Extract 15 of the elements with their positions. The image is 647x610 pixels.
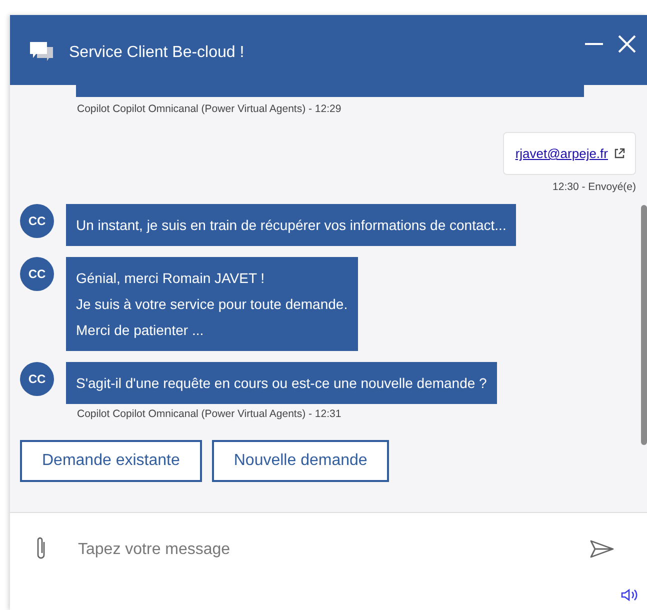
- message-text: Un instant, je suis en train de récupérer vos informations de contact...: [76, 217, 506, 233]
- message-text: Merci de patienter ...: [76, 322, 205, 338]
- suggested-action-button[interactable]: Nouvelle demande: [212, 440, 390, 482]
- suggested-action-button[interactable]: Demande existante: [20, 440, 202, 482]
- message-meta: Copilot Copilot Omnicanal (Power Virtual Agents) - 12:31: [77, 408, 342, 420]
- email-link[interactable]: rjavet@arpeje.fr: [515, 146, 608, 161]
- message-status: 12:30 - Envoyé(e): [552, 181, 636, 193]
- message-text: S'agit-il d'une requête en cours ou est-ce une nouvelle demande ?: [76, 375, 487, 391]
- bot-avatar: CC: [20, 204, 54, 238]
- message-text: Je suis à votre service pour toute demande.: [76, 296, 348, 312]
- bot-avatar: CC: [20, 362, 54, 396]
- message-meta: Copilot Copilot Omnicanal (Power Virtual Agents) - 12:29: [77, 103, 342, 115]
- message-text: Génial, merci Romain JAVET !: [76, 270, 266, 286]
- chat-title: Service Client Be-cloud !: [69, 44, 246, 62]
- bot-avatar: CC: [20, 257, 54, 291]
